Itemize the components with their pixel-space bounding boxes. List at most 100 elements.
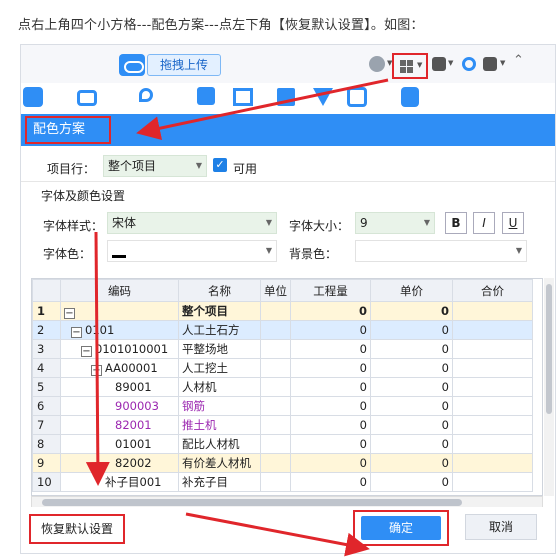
upload-arrow-icon[interactable] <box>432 57 446 71</box>
collapse-toggle-icon[interactable]: − <box>81 345 92 357</box>
unit-cell <box>260 434 291 454</box>
table-row[interactable]: 5 89001 人材机 0 0 <box>32 377 533 397</box>
font-size-value: 9 <box>360 216 368 230</box>
code-cell: − <box>60 301 179 321</box>
total-cell <box>452 358 533 378</box>
cancel-button[interactable]: 取消 <box>465 514 537 540</box>
bold-button[interactable]: B <box>445 212 467 234</box>
col-header-unit[interactable]: 单位 <box>260 279 291 302</box>
qty-cell: 0 <box>290 415 371 435</box>
table-row[interactable]: 7 82001 推土机 0 0 <box>32 415 533 435</box>
row-number: 7 <box>32 415 61 435</box>
cloud-icon[interactable] <box>119 54 145 76</box>
name-cell: 钢筋 <box>178 396 261 416</box>
item-row-value: 整个项目 <box>108 159 157 173</box>
table-row[interactable]: 4 − AA00001 人工挖土 0 0 <box>32 358 533 378</box>
row-number: 3 <box>32 339 61 359</box>
table-row[interactable]: 1 − 整个项目 0 0 <box>32 301 533 321</box>
preview-grid: 编码 名称 单位 工程量 单价 合价 1 − 整个项目 0 0 2 − 0101… <box>32 279 533 492</box>
table-row[interactable]: 10 补子目001 补充子目 0 0 <box>32 472 533 492</box>
row-number: 10 <box>32 472 61 492</box>
drag-upload-button[interactable]: 拖拽上传 <box>147 54 221 76</box>
col-header-price[interactable]: 单价 <box>370 279 453 302</box>
qty-cell: 0 <box>290 453 371 473</box>
scroll-thumb[interactable] <box>42 499 462 506</box>
collapse-toggle-icon[interactable]: − <box>91 364 102 376</box>
tag-icon[interactable] <box>401 87 419 107</box>
vertical-scrollbar[interactable] <box>544 278 554 496</box>
grid-icon <box>400 60 413 73</box>
grid-menu-button[interactable]: ▼ <box>392 53 428 79</box>
underline-button[interactable]: U <box>502 212 524 234</box>
truck-icon[interactable] <box>77 90 97 106</box>
row-number: 9 <box>32 453 61 473</box>
col-header-qty[interactable]: 工程量 <box>290 279 371 302</box>
italic-button[interactable]: I <box>473 212 495 234</box>
scroll-thumb[interactable] <box>546 284 552 414</box>
item-row-label: 项目行： <box>47 162 96 176</box>
price-cell: 0 <box>370 301 453 321</box>
filter-icon[interactable] <box>313 88 333 106</box>
total-cell <box>452 301 533 321</box>
map-pin-icon[interactable] <box>139 88 153 102</box>
instruction-text: 点右上角四个小方格---配色方案---点左下角【恢复默认设置】。如图： <box>18 18 424 33</box>
headset-icon[interactable] <box>462 57 476 71</box>
binoculars-icon[interactable] <box>277 88 295 106</box>
collapse-icon[interactable]: ⌃ <box>513 53 524 68</box>
font-size-select[interactable]: 9 ▼ <box>355 212 435 234</box>
qty-cell: 0 <box>290 472 371 492</box>
table-row[interactable]: 2 −0101 人工土石方 0 0 <box>32 320 533 340</box>
grid-view-icon[interactable] <box>347 87 367 107</box>
paint-bucket-icon[interactable] <box>197 87 215 105</box>
collapse-toggle-icon[interactable]: − <box>71 326 82 338</box>
col-header-total[interactable]: 合价 <box>452 279 533 302</box>
row-number: 4 <box>32 358 61 378</box>
bg-color-select[interactable]: ▼ <box>355 240 527 262</box>
top-toolbar: 拖拽上传 ▼ ▼ ▼ ▼ ⌃ <box>21 45 555 83</box>
item-row-select[interactable]: 整个项目 ▼ <box>103 155 207 177</box>
chevron-down-icon[interactable]: ▼ <box>448 59 453 67</box>
col-header-name[interactable]: 名称 <box>178 279 261 302</box>
unit-cell <box>260 301 291 321</box>
chevron-down-icon: ▼ <box>417 61 423 69</box>
code-cell: 82001 <box>60 415 179 435</box>
chevron-down-icon[interactable]: ▼ <box>500 59 505 67</box>
blocks-icon[interactable] <box>233 88 253 106</box>
qty-cell: 0 <box>290 339 371 359</box>
reset-defaults-button[interactable]: 恢复默认设置 <box>29 514 125 544</box>
table-header: 编码 名称 单位 工程量 单价 合价 <box>32 279 533 302</box>
table-row[interactable]: 8 01001 配比人材机 0 0 <box>32 434 533 454</box>
price-cell: 0 <box>370 358 453 378</box>
preview-table: 编码 名称 单位 工程量 单价 合价 1 − 整个项目 0 0 2 − 0101… <box>31 278 543 496</box>
color-scheme-window: 拖拽上传 ▼ ▼ ▼ ▼ ⌃ 配色方案 项目行： 整个项目 ▼ ✓ 可用 字体及… <box>20 44 556 554</box>
name-cell: 推土机 <box>178 415 261 435</box>
col-header-code[interactable]: 编码 <box>60 279 179 302</box>
table-row[interactable]: 9 82002 有价差人材机 0 0 <box>32 453 533 473</box>
help-icon[interactable] <box>483 57 497 71</box>
mo-icon[interactable] <box>23 87 43 107</box>
font-style-select[interactable]: 宋体 ▼ <box>107 212 277 234</box>
total-cell <box>452 377 533 397</box>
unit-cell <box>260 396 291 416</box>
code-cell: 89001 <box>60 377 179 397</box>
corner-cell <box>32 279 61 302</box>
row-number: 5 <box>32 377 61 397</box>
enabled-label: 可用 <box>233 162 258 176</box>
qty-cell: 0 <box>290 396 371 416</box>
table-row[interactable]: 3 −0101010001 平整场地 0 0 <box>32 339 533 359</box>
total-cell <box>452 396 533 416</box>
font-style-value: 宋体 <box>112 216 137 230</box>
table-row[interactable]: 6 900003 钢筋 0 0 <box>32 396 533 416</box>
ok-button[interactable]: 确定 <box>361 516 441 540</box>
user-icon[interactable] <box>369 56 385 72</box>
bg-color-label: 背景色： <box>289 247 338 261</box>
chevron-down-icon: ▼ <box>515 246 522 255</box>
collapse-toggle-icon[interactable]: − <box>64 307 75 319</box>
code-cell: 82002 <box>60 453 179 473</box>
qty-cell: 0 <box>290 434 371 454</box>
enabled-checkbox[interactable]: ✓ <box>213 158 227 172</box>
chevron-down-icon: ▼ <box>423 218 430 227</box>
font-color-select[interactable]: ▼ <box>107 240 277 262</box>
total-cell <box>452 472 533 492</box>
font-size-label: 字体大小： <box>289 219 350 233</box>
